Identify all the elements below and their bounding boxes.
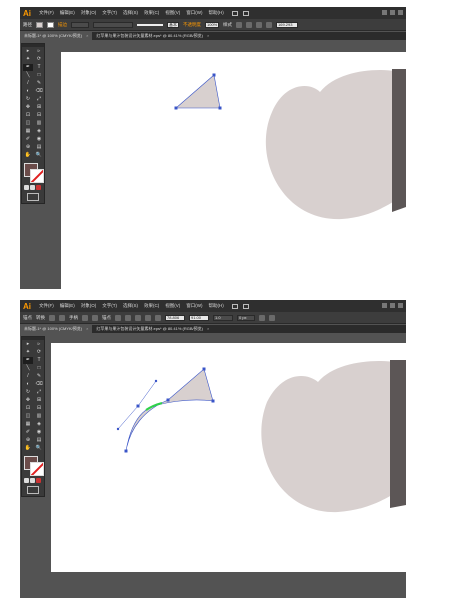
anchor-point — [124, 449, 128, 453]
blob-shape — [261, 360, 406, 513]
leaf-shape — [175, 74, 221, 109]
anchor-point — [202, 367, 206, 371]
leaf-shape — [125, 368, 214, 452]
handle-point — [116, 427, 120, 431]
anchor-point — [174, 106, 178, 110]
anchor-point — [136, 404, 140, 408]
blob-shape-edge — [392, 69, 406, 212]
canvas-artwork — [116, 360, 406, 513]
anchor-point — [212, 73, 216, 77]
screenshot-2: Ai 文件(F) 编辑(E) 对象(O) 文字(T) 选择(S) 效果(C) 视… — [20, 300, 406, 598]
screenshot-1: Ai 文件(F) 编辑(E) 对象(O) 文字(T) 选择(S) 效果(C) 视… — [20, 7, 406, 289]
direction-handle — [137, 380, 157, 407]
blob-shape — [265, 69, 406, 220]
green-highlight — [145, 402, 163, 411]
anchor-point — [166, 398, 170, 402]
blob-shape-edge — [390, 360, 406, 508]
canvas-artwork — [174, 69, 406, 220]
anchor-point — [218, 106, 222, 110]
anchor-point — [211, 399, 215, 403]
handle-point — [154, 379, 158, 383]
